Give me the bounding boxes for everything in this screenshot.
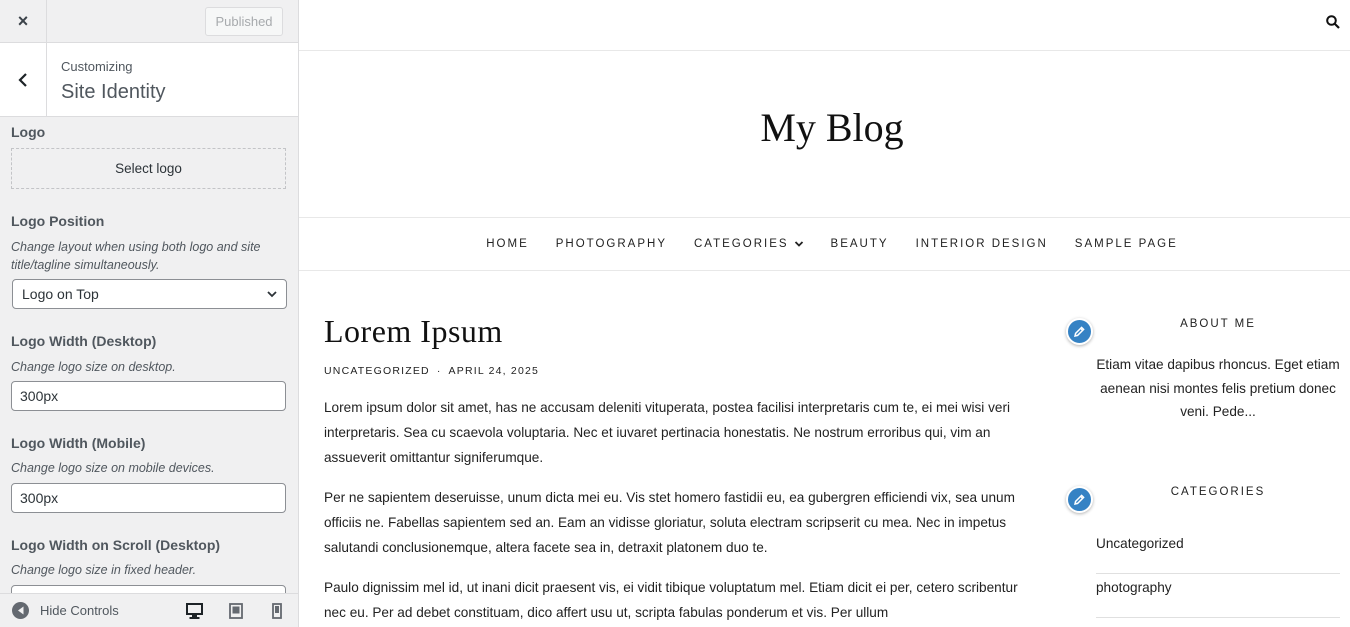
close-icon: × [17, 10, 29, 31]
about-me-title: ABOUT ME [1180, 318, 1256, 330]
logo-width-scroll-description: Change logo size in fixed header. [11, 563, 197, 577]
section-title: Site Identity [61, 81, 166, 103]
site-preview: My Blog HOME PHOTOGRAPHY CATEGORIES BEAU… [299, 0, 1350, 627]
edit-widget-about-button[interactable] [1066, 318, 1093, 345]
logo-position-selected: Logo on Top [22, 286, 99, 302]
about-me-text: Etiam vitae dapibus rhoncus. Eget etiam … [1096, 357, 1340, 419]
nav-item-beauty[interactable]: BEAUTY [831, 238, 889, 250]
hide-controls-button[interactable]: Hide Controls [12, 602, 119, 619]
logo-width-mobile-label: Logo Width (Mobile) [11, 435, 146, 451]
customizer-sidebar: × Published Customizing Site Identity Lo… [0, 0, 299, 627]
post-category[interactable]: UNCATEGORIZED [324, 365, 430, 377]
post-title[interactable]: Lorem Ipsum [324, 313, 503, 350]
edit-widget-categories-button[interactable] [1066, 486, 1093, 513]
post-date[interactable]: APRIL 24, 2025 [449, 365, 540, 377]
mobile-icon [272, 603, 282, 619]
hide-controls-label: Hide Controls [40, 603, 119, 618]
section-header: Customizing Site Identity [0, 43, 298, 117]
category-link[interactable]: photography [1096, 574, 1340, 618]
nav-item-photography[interactable]: PHOTOGRAPHY [556, 238, 667, 250]
close-customizer-button[interactable]: × [0, 0, 47, 42]
categories-title: CATEGORIES [1170, 486, 1266, 498]
category-link[interactable]: Uncategorized [1096, 530, 1340, 574]
chevron-down-icon [267, 291, 277, 298]
nav-item-sample-page[interactable]: SAMPLE PAGE [1075, 238, 1178, 250]
post-paragraph: Per ne sapientem deseruisse, unum dicta … [324, 490, 1015, 555]
preview-top-bar [299, 0, 1350, 51]
site-title[interactable]: My Blog [299, 104, 1350, 151]
post-paragraph: Lorem ipsum dolor sit amet, has ne accus… [324, 400, 1011, 465]
logo-width-mobile-description: Change logo size on mobile devices. [11, 461, 215, 475]
post-meta: UNCATEGORIZED · APRIL 24, 2025 [324, 365, 539, 377]
preview-desktop-button[interactable] [185, 602, 203, 620]
published-button[interactable]: Published [205, 7, 283, 36]
breadcrumb: Customizing [61, 59, 133, 74]
hide-controls-icon [12, 602, 29, 619]
nav-item-categories-label: CATEGORIES [693, 238, 789, 250]
back-arrow-icon [18, 72, 27, 87]
preview-mobile-button[interactable] [268, 602, 286, 620]
nav-item-interior-design[interactable]: INTERIOR DESIGN [916, 238, 1048, 250]
logo-position-description: Change layout when using both logo and s… [11, 240, 261, 272]
pencil-icon [1073, 326, 1085, 338]
nav-item-categories[interactable]: CATEGORIES [694, 238, 804, 250]
back-button[interactable] [0, 43, 47, 116]
search-icon[interactable] [1326, 15, 1340, 29]
meta-separator: · [436, 365, 442, 377]
customizer-footer: Hide Controls [0, 593, 298, 627]
logo-position-select[interactable]: Logo on Top [12, 279, 287, 309]
logo-width-desktop-input[interactable]: 300px [11, 381, 286, 411]
logo-width-desktop-label: Logo Width (Desktop) [11, 333, 157, 349]
logo-width-desktop-description: Change logo size on desktop. [11, 360, 176, 374]
select-logo-button[interactable]: Select logo [11, 148, 286, 189]
nav-item-home[interactable]: HOME [486, 238, 529, 250]
tablet-icon [229, 603, 243, 619]
main-navigation: HOME PHOTOGRAPHY CATEGORIES BEAUTY INTER… [299, 217, 1350, 271]
desktop-icon [185, 603, 203, 619]
chevron-down-icon [794, 241, 803, 247]
preview-tablet-button[interactable] [227, 602, 245, 620]
logo-label: Logo [11, 124, 46, 140]
logo-width-scroll-label: Logo Width on Scroll (Desktop) [11, 537, 221, 553]
logo-width-mobile-value: 300px [20, 490, 59, 506]
post-paragraph: Paulo dignissim mel id, ut inani dicit p… [324, 580, 1018, 620]
customizer-top-bar: × Published [0, 0, 298, 43]
logo-width-mobile-input[interactable]: 300px [11, 483, 286, 513]
logo-position-label: Logo Position [11, 213, 105, 229]
pencil-icon [1073, 494, 1085, 506]
